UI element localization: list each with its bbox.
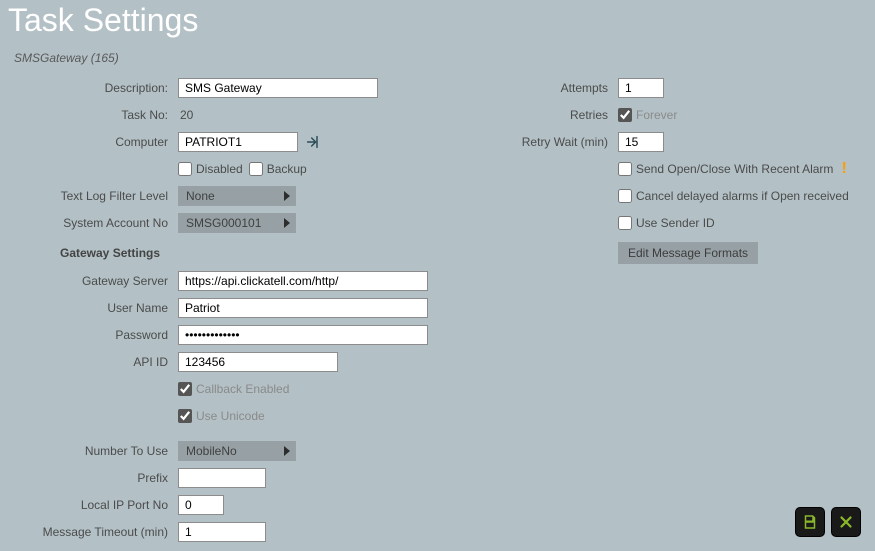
gateway-server-label: Gateway Server [0, 274, 178, 288]
backup-checkbox[interactable]: Backup [249, 162, 307, 176]
use-senderid-checkbox[interactable]: Use Sender ID [618, 216, 715, 230]
cancel-delayed-checkbox[interactable]: Cancel delayed alarms if Open received [618, 189, 849, 203]
goto-computer-icon[interactable] [304, 133, 322, 151]
username-input[interactable] [178, 298, 428, 318]
filter-level-dropdown[interactable]: None [178, 186, 296, 206]
gateway-server-input[interactable] [178, 271, 428, 291]
password-label: Password [0, 328, 178, 342]
apiid-label: API ID [0, 355, 178, 369]
retries-forever-label: Forever [636, 108, 677, 122]
retrywait-label: Retry Wait (min) [440, 135, 618, 149]
numbertouse-value: MobileNo [186, 444, 237, 458]
save-button[interactable] [795, 507, 825, 537]
retries-label: Retries [440, 108, 618, 122]
computer-input[interactable] [178, 132, 298, 152]
prefix-label: Prefix [0, 471, 178, 485]
chevron-right-icon [284, 218, 290, 228]
chevron-right-icon [284, 191, 290, 201]
send-openclose-label: Send Open/Close With Recent Alarm [636, 162, 833, 176]
password-input[interactable] [178, 325, 428, 345]
taskno-value: 20 [178, 108, 193, 122]
disabled-checkbox[interactable]: Disabled [178, 162, 243, 176]
attempts-label: Attempts [440, 81, 618, 95]
filter-level-value: None [186, 189, 215, 203]
send-openclose-checkbox[interactable]: Send Open/Close With Recent Alarm [618, 162, 833, 176]
description-input[interactable] [178, 78, 378, 98]
sysacct-label: System Account No [0, 216, 178, 230]
localport-input[interactable] [178, 495, 224, 515]
numbertouse-label: Number To Use [0, 444, 178, 458]
warning-icon: ! [841, 160, 846, 178]
sysacct-value: SMSG000101 [186, 216, 261, 230]
numbertouse-dropdown[interactable]: MobileNo [178, 441, 296, 461]
callback-enabled-label: Callback Enabled [196, 382, 289, 396]
filter-level-label: Text Log Filter Level [0, 189, 178, 203]
retrywait-input[interactable] [618, 132, 664, 152]
msgtimeout-input[interactable] [178, 522, 266, 542]
page-title: Task Settings [0, 0, 875, 47]
description-label: Description: [0, 81, 178, 95]
sysacct-dropdown[interactable]: SMSG000101 [178, 213, 296, 233]
backup-checkbox-label: Backup [267, 162, 307, 176]
prefix-input[interactable] [178, 468, 266, 488]
disabled-checkbox-label: Disabled [196, 162, 243, 176]
use-unicode-checkbox[interactable]: Use Unicode [178, 409, 265, 423]
use-unicode-label: Use Unicode [196, 409, 265, 423]
apiid-input[interactable] [178, 352, 338, 372]
callback-enabled-checkbox[interactable]: Callback Enabled [178, 382, 289, 396]
retries-forever-checkbox[interactable]: Forever [618, 108, 677, 122]
edit-message-formats-button[interactable]: Edit Message Formats [618, 242, 758, 264]
cancel-delayed-label: Cancel delayed alarms if Open received [636, 189, 849, 203]
computer-label: Computer [0, 135, 178, 149]
gateway-settings-header: Gateway Settings [0, 242, 440, 264]
close-button[interactable] [831, 507, 861, 537]
attempts-input[interactable] [618, 78, 664, 98]
task-subtitle: SMSGateway (165) [0, 47, 875, 75]
chevron-right-icon [284, 446, 290, 456]
localport-label: Local IP Port No [0, 498, 178, 512]
taskno-label: Task No: [0, 108, 178, 122]
username-label: User Name [0, 301, 178, 315]
msgtimeout-label: Message Timeout (min) [0, 525, 178, 539]
use-senderid-label: Use Sender ID [636, 216, 715, 230]
